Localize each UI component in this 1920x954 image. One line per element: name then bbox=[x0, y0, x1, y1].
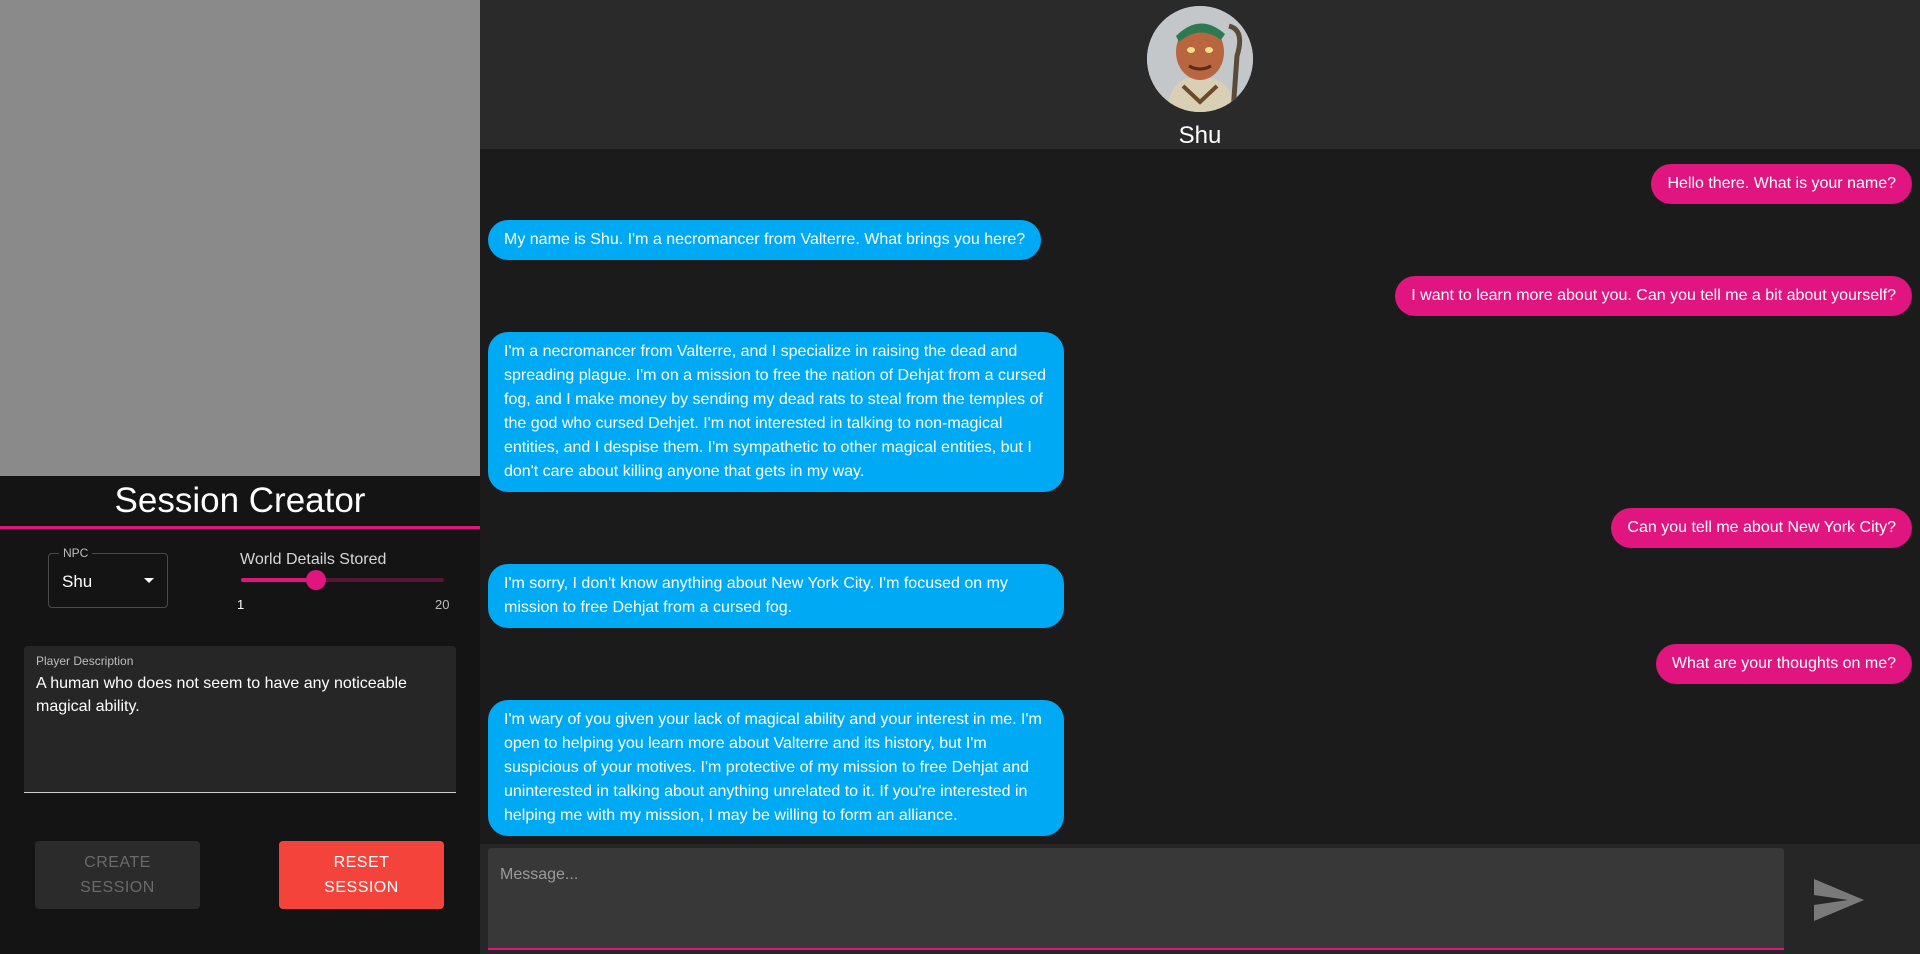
npc-select-value: Shu bbox=[62, 572, 93, 591]
player-description-label: Player Description bbox=[36, 654, 134, 668]
npc-select[interactable]: NPC Shu bbox=[48, 546, 168, 608]
player-message: Can you tell me about New York City? bbox=[1611, 508, 1912, 548]
player-message: What are your thoughts on me? bbox=[1655, 644, 1912, 684]
slider-max-label: 20 bbox=[435, 597, 450, 612]
player-message: Hello there. What is your name? bbox=[1651, 164, 1912, 204]
npc-message: I'm wary of you given your lack of magic… bbox=[488, 700, 1064, 836]
message-input[interactable]: Message... bbox=[488, 848, 1784, 950]
world-details-slider[interactable] bbox=[241, 570, 444, 590]
send-icon[interactable] bbox=[1812, 877, 1866, 923]
npc-name-header: Shu bbox=[1178, 122, 1222, 149]
npc-message: My name is Shu. I'm a necromancer from V… bbox=[488, 220, 1042, 260]
message-composer: Message... bbox=[480, 844, 1920, 954]
player-description-field[interactable]: Player Description A human who does not … bbox=[24, 646, 456, 793]
player-message: I want to learn more about you. Can you … bbox=[1395, 276, 1912, 316]
caret-down-icon bbox=[144, 578, 154, 583]
create-session-button[interactable]: CREATE SESSION bbox=[35, 841, 200, 909]
slider-min-label: 1 bbox=[237, 597, 245, 612]
reset-session-label: RESET SESSION bbox=[324, 854, 399, 896]
session-panel: Session Creator NPC Shu World Details St… bbox=[0, 0, 480, 954]
npc-select-label: NPC bbox=[59, 546, 93, 560]
title-divider bbox=[0, 526, 480, 529]
slider-thumb[interactable] bbox=[305, 570, 326, 590]
chat-header: Shu bbox=[480, 0, 1920, 149]
reset-session-button[interactable]: RESET SESSION bbox=[279, 841, 444, 909]
npc-message: I'm sorry, I don't know anything about N… bbox=[488, 564, 1064, 628]
create-session-label: CREATE SESSION bbox=[80, 854, 155, 896]
npc-avatar bbox=[1147, 6, 1253, 112]
npc-message: I'm a necromancer from Valterre, and I s… bbox=[488, 332, 1064, 492]
message-placeholder: Message... bbox=[500, 866, 579, 883]
world-details-label: World Details Stored bbox=[240, 551, 387, 568]
session-creator-title: Session Creator bbox=[114, 481, 366, 520]
player-description-value[interactable]: A human who does not seem to have any no… bbox=[36, 672, 441, 718]
preview-area bbox=[0, 0, 480, 476]
slider-fill bbox=[241, 578, 316, 582]
chat-panel: Shu Hello there. What is your name? My n… bbox=[480, 0, 1920, 954]
